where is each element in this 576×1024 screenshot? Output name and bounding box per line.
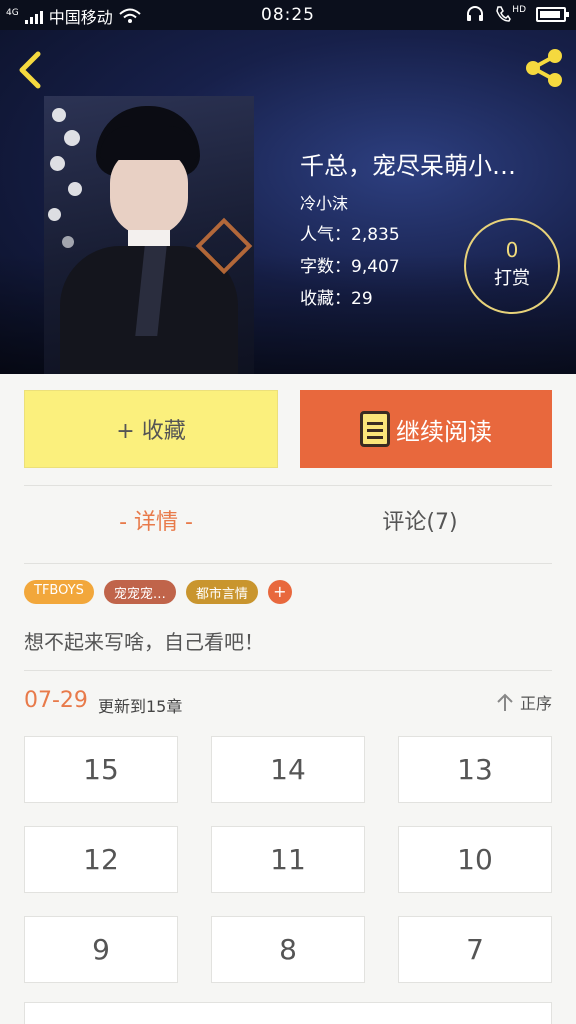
book-title: 千总，宠尽呆萌小… — [300, 152, 516, 180]
chapter-grid: 15 14 13 12 11 10 9 8 7 — [24, 736, 552, 983]
tab-detail[interactable]: - 详情 - — [24, 504, 288, 548]
stat-label: 收藏： — [300, 289, 351, 309]
chapter-button[interactable]: 13 — [398, 736, 552, 803]
update-status: 更新到15章 — [98, 697, 183, 716]
chapter-button[interactable]: 11 — [211, 826, 365, 893]
book-cover-image[interactable] — [44, 96, 254, 374]
stat-label: 字数： — [300, 257, 351, 277]
tab-comments[interactable]: 评论(7) — [288, 504, 552, 548]
chapter-button[interactable]: 10 — [398, 826, 552, 893]
divider — [24, 670, 552, 671]
book-author[interactable]: 冷小沫 — [300, 190, 348, 214]
sort-order-label: 正序 — [519, 694, 552, 713]
phone-icon — [496, 6, 512, 22]
continue-reading-label: 继续阅读 — [396, 417, 492, 446]
status-bar: 4G 中国移动 08:25 HD — [0, 0, 576, 30]
tag-item[interactable]: 宠宠宠… — [103, 580, 176, 604]
tip-label: 打赏 — [494, 268, 530, 289]
continue-reading-button[interactable]: 继续阅读 — [300, 390, 552, 468]
stat-label: 人气： — [300, 225, 351, 245]
headset-icon — [467, 6, 484, 21]
more-tags-button[interactable]: + — [267, 580, 292, 604]
stat-popularity: 人气：2,835 — [300, 220, 400, 245]
divider — [24, 485, 552, 486]
tip-count: 0 — [505, 238, 519, 262]
hd-label: HD — [512, 5, 526, 15]
more-chapters-button[interactable] — [24, 1002, 552, 1024]
battery-icon — [536, 6, 569, 22]
back-button[interactable] — [14, 48, 50, 92]
chapter-button[interactable]: 8 — [211, 916, 365, 983]
stat-favorites: 收藏：29 — [300, 284, 373, 309]
chapter-button[interactable]: 7 — [398, 916, 552, 983]
chevron-left-icon — [19, 51, 41, 89]
chapter-button[interactable]: 9 — [24, 916, 178, 983]
tip-button[interactable]: 0 打赏 — [464, 218, 560, 314]
add-favorite-label: + 收藏 — [116, 419, 186, 444]
divider — [24, 563, 552, 564]
tag-item[interactable]: 都市言情 — [185, 580, 258, 604]
arrow-up-icon — [497, 693, 513, 711]
add-favorite-button[interactable]: + 收藏 — [24, 390, 278, 468]
book-header: 千总，宠尽呆萌小… 冷小沫 人气：2,835 字数：9,407 收藏：29 0 … — [0, 30, 576, 374]
book-icon — [360, 411, 390, 447]
stat-value: 2,835 — [351, 225, 400, 245]
stat-value: 9,407 — [351, 257, 400, 277]
share-icon — [526, 49, 562, 87]
chapter-button[interactable]: 15 — [24, 736, 178, 803]
chapter-button[interactable]: 12 — [24, 826, 178, 893]
update-date: 07-29 — [24, 688, 88, 713]
stat-value: 29 — [351, 289, 373, 309]
chapter-button[interactable]: 14 — [211, 736, 365, 803]
tag-item[interactable]: TFBOYS — [24, 580, 94, 604]
tag-list: TFBOYS 宠宠宠… 都市言情 + — [24, 580, 292, 604]
share-button[interactable] — [522, 46, 566, 90]
book-description: 想不起来写啥，自己看吧！ — [24, 630, 264, 654]
sort-order-button[interactable]: 正序 — [496, 690, 552, 714]
stat-word-count: 字数：9,407 — [300, 252, 400, 277]
